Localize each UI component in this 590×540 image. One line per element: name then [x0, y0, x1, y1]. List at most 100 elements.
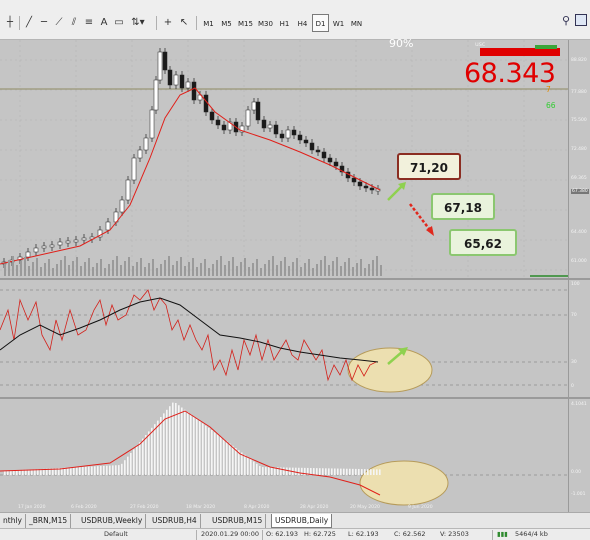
volume-bar: [104, 268, 106, 276]
macd-bar: [367, 469, 369, 475]
info-value: 66: [546, 101, 556, 110]
tab-usdrub-h4[interactable]: USDRUB,H4: [149, 514, 201, 528]
timeframe-m1[interactable]: M1: [200, 14, 217, 32]
oscillator-axis-tick: 100: [571, 282, 580, 287]
macd-bar: [268, 467, 270, 475]
volume-bar: [164, 260, 166, 276]
macd-bar: [211, 430, 213, 475]
timeframe-h1[interactable]: H1: [276, 14, 293, 32]
channel-icon[interactable]: ⫽: [66, 14, 82, 32]
oscillator-axis: 100 70 30 0: [568, 280, 590, 397]
macd-bar: [160, 417, 162, 475]
oscillator-pane[interactable]: [0, 280, 568, 397]
timeframe-mn[interactable]: MN: [348, 14, 365, 32]
price-axis-tick: 61.000: [571, 259, 587, 264]
volume-bar: [260, 268, 262, 276]
macd-bar: [94, 466, 96, 475]
timeframe-m15[interactable]: M15: [236, 14, 255, 32]
line-icon[interactable]: ╱: [21, 14, 37, 32]
candle-body: [251, 101, 257, 111]
macd-bar: [358, 468, 360, 475]
macd-bar: [130, 453, 132, 475]
chart-tabs: nthly _BRN,M15 USDRUB,Weekly USDRUB,H4 U…: [0, 512, 590, 528]
macd-bar: [109, 465, 111, 475]
hline-icon[interactable]: ─: [36, 14, 52, 32]
volume-bar: [152, 259, 154, 276]
timeframe-h4[interactable]: H4: [294, 14, 311, 32]
macd-bar: [253, 461, 255, 475]
trendline-icon[interactable]: ⟋: [51, 14, 67, 32]
date-axis-label: 17 Jan 2020: [18, 504, 46, 510]
volume-bar: [132, 266, 134, 276]
macd-bar: [178, 405, 180, 475]
macd-axis: 4.1041 0.00 -1.001: [568, 399, 590, 512]
price-axis: 88.820 77.880 75.500 72.480 69.365 67.38…: [568, 40, 590, 278]
volume-bar: [96, 263, 98, 276]
candle-body: [245, 109, 251, 127]
arrows-icon[interactable]: ⇅▾: [130, 14, 146, 32]
status-separator: [196, 530, 197, 540]
volume-bar: [108, 264, 110, 276]
timeframe-m30[interactable]: M30: [256, 14, 275, 32]
volume-bar: [268, 260, 270, 276]
status-separator: [492, 530, 493, 540]
tab-usdrub-m15[interactable]: USDRUB,M15: [209, 514, 267, 528]
status-traffic: 5464/4 kb: [515, 530, 548, 538]
macd-bar: [295, 467, 297, 475]
date-axis-label: 28 Apr 2020: [300, 504, 328, 510]
spread-bar: [535, 45, 557, 49]
macd-bar: [217, 434, 219, 475]
slow-oscillator-line: [0, 297, 379, 363]
macd-bar: [256, 463, 258, 475]
macd-bar: [133, 449, 135, 475]
macd-bar: [172, 402, 174, 475]
text-icon[interactable]: A: [96, 14, 112, 32]
macd-bar: [4, 470, 6, 475]
candle-body: [369, 187, 375, 191]
toolbar: ┼ ╱ ─ ⟋ ⫽ ≡ A ▭ ⇅▾ + ↖ M1 M5 M15 M30 H1 …: [0, 0, 590, 40]
volume-bar: [28, 266, 30, 276]
window-icon[interactable]: [575, 14, 587, 26]
label-icon[interactable]: ▭: [111, 14, 127, 32]
macd-bar: [73, 467, 75, 475]
volume-bar: [56, 264, 58, 276]
macd-bar: [112, 465, 114, 475]
toolbar-separator: [19, 16, 20, 30]
search-icon[interactable]: ⚲: [562, 14, 570, 27]
macd-bar: [7, 470, 9, 475]
volume-bar: [72, 261, 74, 276]
volume-bar: [372, 260, 374, 276]
tab-usdrub-daily[interactable]: USDRUB,Daily: [271, 514, 333, 528]
volume-bar: [312, 268, 314, 276]
tab-monthly[interactable]: nthly: [0, 514, 26, 528]
fibo-icon[interactable]: ≡: [81, 14, 97, 32]
candle-body: [333, 161, 339, 167]
volume-bar: [92, 267, 94, 276]
volume-bar: [160, 264, 162, 276]
timeframe-d1[interactable]: D1: [312, 14, 329, 32]
tab-brn-m15[interactable]: _BRN,M15: [26, 514, 72, 528]
timeframe-w1[interactable]: W1: [330, 14, 347, 32]
tab-usdrub-weekly[interactable]: USDRUB,Weekly: [78, 514, 147, 528]
symbol-label: usc: [475, 41, 486, 48]
macd-bar: [325, 468, 327, 475]
macd-bar: [247, 457, 249, 475]
status-low: L: 62.193: [348, 530, 379, 538]
macd-bar: [229, 443, 231, 475]
volume-bar: [240, 262, 242, 276]
volume-bar: [184, 266, 186, 276]
plus-icon[interactable]: +: [160, 14, 176, 32]
candle-body: [153, 79, 159, 111]
macd-bar: [241, 452, 243, 475]
candle-body: [105, 221, 111, 231]
crosshair-icon[interactable]: ┼: [2, 14, 18, 32]
macd-bar: [352, 468, 354, 475]
macd-bar: [259, 466, 261, 475]
timeframe-m5[interactable]: M5: [218, 14, 235, 32]
volume-bar: [148, 263, 150, 276]
cursor-icon[interactable]: ↖: [176, 14, 192, 32]
macd-bar: [67, 467, 69, 475]
volume-bar: [300, 267, 302, 276]
volume-bar: [208, 268, 210, 276]
macd-pane[interactable]: 17 Jan 2020 6 Feb 2020 27 Feb 2020 18 Mar 2…: [0, 399, 568, 512]
